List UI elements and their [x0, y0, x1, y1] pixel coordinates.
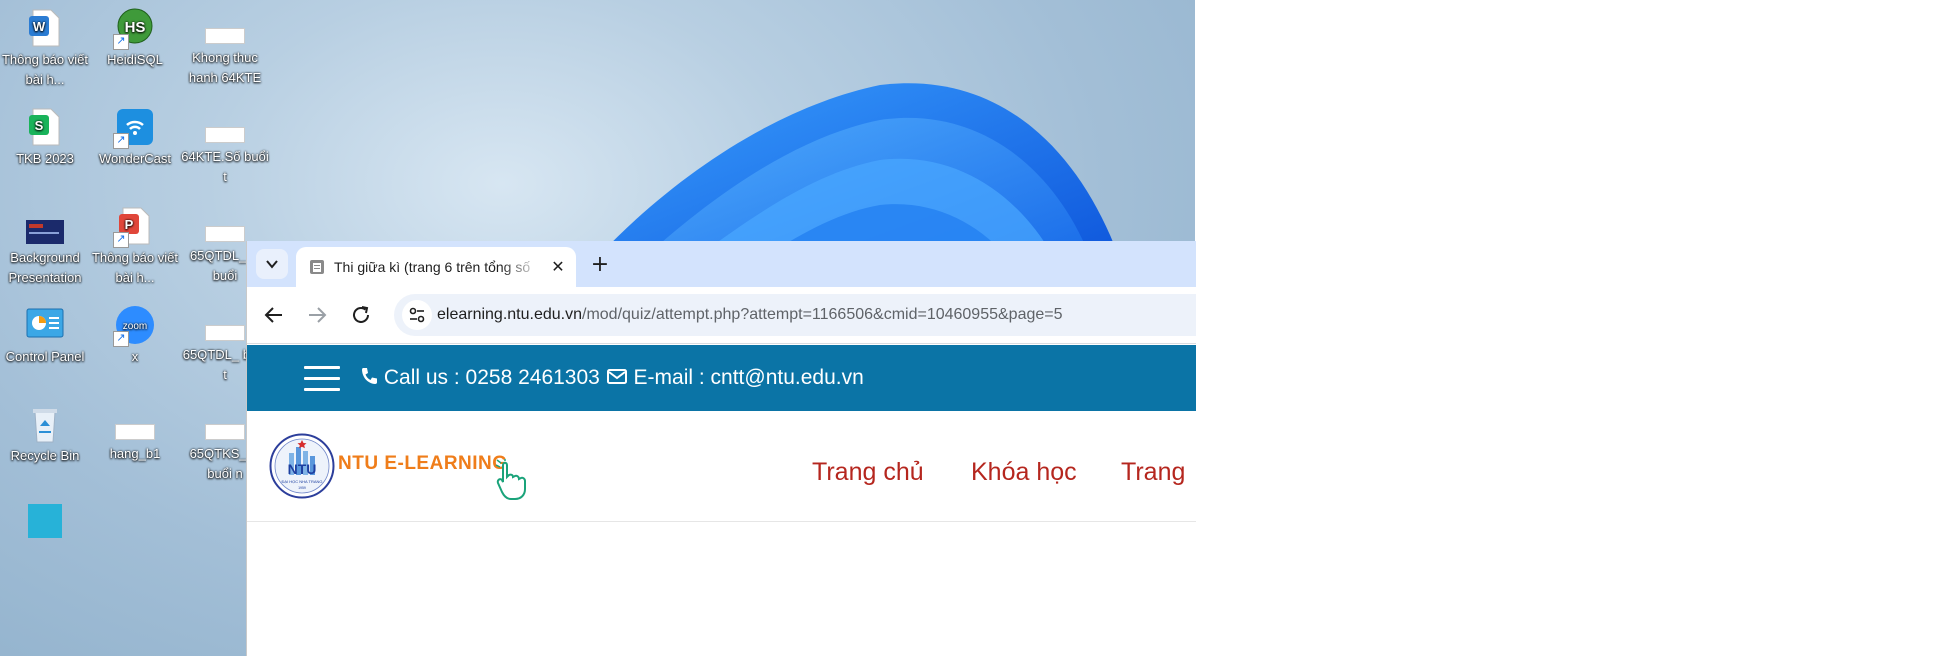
site-topbar: Call us : 0258 2461303 E-mail : cntt@ntu… — [247, 345, 1196, 411]
shortcut-arrow-icon: ↗ — [113, 34, 129, 50]
new-tab-button[interactable]: + — [587, 252, 613, 278]
desktop-icon-pdf-doc[interactable]: P ↗ Thông báo viết bài h... — [90, 204, 180, 288]
reload-icon[interactable] — [348, 302, 374, 328]
hamburger-menu-icon[interactable] — [304, 366, 340, 392]
document-thumbnail-icon — [205, 325, 245, 341]
document-thumbnail-icon — [205, 424, 245, 440]
desktop-icon-hang-b1[interactable]: hang_b1 — [90, 402, 180, 464]
word-doc-icon: W — [25, 8, 65, 48]
url-host: elearning.ntu.edu.vn — [437, 306, 582, 323]
desktop-icon-64kte[interactable]: 64KTE.Số buổi t — [180, 105, 270, 187]
site-brand[interactable]: NTU E-LEARNING — [338, 453, 508, 475]
app-icon — [25, 504, 65, 544]
document-thumbnail-icon — [115, 424, 155, 440]
document-thumbnail-icon — [205, 28, 245, 44]
desktop-icon-zoom[interactable]: zoom ↗ x — [90, 303, 180, 367]
document-thumbnail-icon — [205, 127, 245, 143]
desktop-icon-partial[interactable] — [0, 500, 90, 546]
email-text: E-mail : cntt@ntu.edu.vn — [633, 366, 864, 389]
control-panel-icon — [25, 305, 65, 345]
svg-text:W: W — [33, 19, 46, 34]
shortcut-arrow-icon: ↗ — [113, 133, 129, 149]
moodle-favicon-icon — [310, 260, 324, 274]
ntu-logo-icon[interactable]: NTU ĐẠI HỌC NHA TRANG 1959 — [269, 433, 335, 499]
shortcut-arrow-icon: ↗ — [113, 232, 129, 248]
envelope-icon — [606, 369, 627, 384]
desktop-icon-label: Thông báo viết bài h... — [1, 52, 88, 87]
desktop-icon-label: Background Presentation — [8, 250, 82, 285]
tab-title: Thi giữa kì (trang 6 trên tổng số — [334, 259, 531, 275]
document-thumbnail-icon — [205, 226, 245, 242]
desktop-icon-spreadsheet[interactable]: S TKB 2023 — [0, 105, 90, 169]
phone-text: Call us : 0258 2461303 — [383, 366, 600, 389]
spreadsheet-icon: S — [25, 107, 65, 147]
desktop-icon-label: Recycle Bin — [10, 448, 80, 463]
tab-active[interactable]: Thi giữa kì (trang 6 trên tổng số ✕ — [296, 247, 576, 287]
wondercast-icon: ↗ — [113, 107, 155, 149]
site-header: NTU ĐẠI HỌC NHA TRANG 1959 NTU E-LEARNIN… — [247, 411, 1196, 656]
desktop-icon-control-panel[interactable]: Control Panel — [0, 303, 90, 367]
browser-window: Thi giữa kì (trang 6 trên tổng số ✕ + el… — [246, 241, 1196, 656]
desktop-icon-word-doc[interactable]: W Thông báo viết bài h... — [0, 6, 90, 90]
phone-icon — [362, 368, 377, 384]
url-text: elearning.ntu.edu.vn/mod/quiz/attempt.ph… — [437, 305, 1063, 325]
logo-year: 1959 — [298, 486, 306, 490]
back-arrow-icon[interactable] — [261, 302, 287, 328]
site-info-button[interactable] — [402, 300, 432, 330]
logo-subtext: ĐẠI HỌC NHA TRANG — [281, 479, 322, 484]
desktop-icon-khong-thuc-hanh[interactable]: Khong thuc hanh 64KTE — [180, 6, 270, 88]
desktop-icon-label: Control Panel — [5, 349, 85, 364]
desktop-icon-label: Khong thuc hanh 64KTE — [188, 50, 262, 85]
tab-search-button[interactable] — [256, 249, 288, 279]
svg-text:S: S — [35, 118, 44, 133]
desktop-icon-label: Thông báo viết bài h... — [91, 250, 178, 285]
shortcut-arrow-icon: ↗ — [113, 331, 129, 347]
desktop-icon-wondercast[interactable]: ↗ WonderCast — [90, 105, 180, 169]
desktop-icon-recycle-bin[interactable]: Recycle Bin — [0, 402, 90, 466]
heidisql-icon: HS ↗ — [113, 8, 155, 50]
tab-close-button[interactable]: ✕ — [548, 257, 568, 277]
header-divider — [247, 521, 1196, 522]
tab-strip: Thi giữa kì (trang 6 trên tổng số ✕ + — [247, 241, 1196, 287]
chevron-down-icon — [266, 260, 278, 269]
contact-info: Call us : 0258 2461303 E-mail : cntt@ntu… — [360, 364, 864, 392]
pdf-doc-icon: P ↗ — [113, 206, 155, 248]
browser-toolbar: elearning.ntu.edu.vn/mod/quiz/attempt.ph… — [247, 287, 1196, 344]
nav-link-courses[interactable]: Khóa học — [971, 458, 1077, 487]
presentation-thumbnail-icon — [25, 206, 65, 246]
desktop-icon-label: HeidiSQL — [107, 52, 163, 67]
address-bar[interactable]: elearning.ntu.edu.vn/mod/quiz/attempt.ph… — [394, 294, 1196, 336]
nav-link-trang[interactable]: Trang — [1121, 458, 1185, 487]
tune-icon — [409, 307, 425, 323]
logo-text: NTU — [288, 461, 317, 477]
forward-arrow-icon[interactable] — [304, 302, 330, 328]
pointing-hand-icon — [495, 459, 526, 500]
desktop-icon-label: TKB 2023 — [16, 151, 74, 166]
desktop-icon-background-presentation[interactable]: Background Presentation — [0, 204, 90, 288]
svg-text:P: P — [125, 217, 134, 232]
desktop-icon-label: hang_b1 — [109, 446, 161, 461]
zoom-icon: zoom ↗ — [113, 305, 155, 347]
desktop-icon-label: WonderCast — [98, 151, 171, 166]
url-path: /mod/quiz/attempt.php?attempt=1166506&cm… — [582, 306, 1063, 323]
desktop-icon-heidisql[interactable]: HS ↗ HeidiSQL — [90, 6, 180, 70]
recycle-bin-icon — [25, 404, 65, 444]
desktop-icon-label: x — [131, 349, 139, 364]
nav-link-home[interactable]: Trang chủ — [812, 458, 924, 487]
desktop-icon-label: 64KTE.Số buổi t — [181, 149, 269, 184]
